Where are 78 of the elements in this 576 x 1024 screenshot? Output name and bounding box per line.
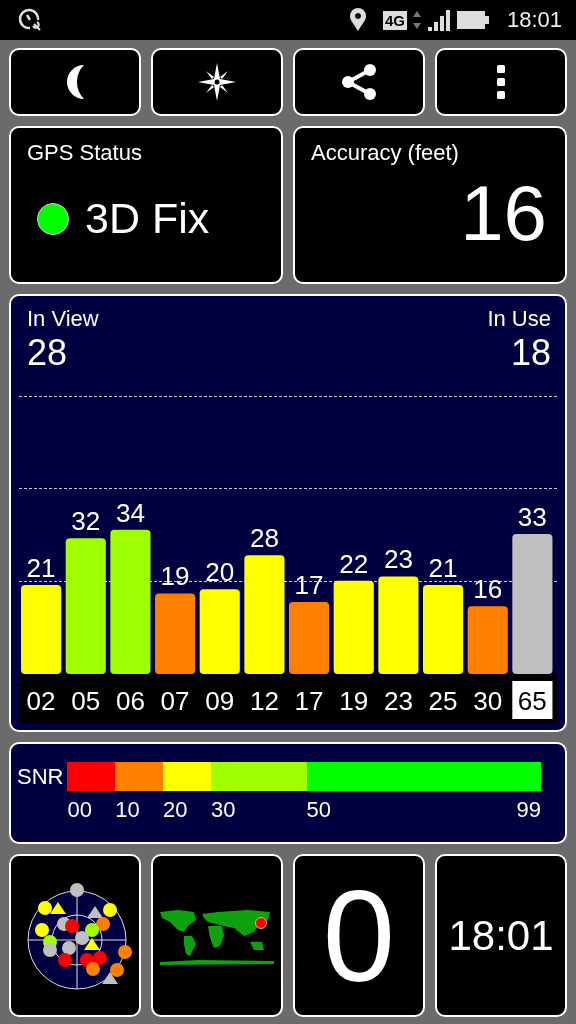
snr-tick-label: 30: [210, 797, 236, 823]
satellite-triangle: [84, 937, 100, 950]
in-view-count: 28: [27, 332, 69, 374]
satellite-triangle: [50, 901, 66, 914]
satellite-id: 07: [160, 686, 190, 716]
satellite-triangle: [102, 971, 118, 984]
satellite-id: 65: [512, 681, 553, 719]
satellite-dot: [62, 940, 76, 955]
gps-status-label: GPS Status: [27, 140, 143, 166]
satellite-dot: [96, 916, 110, 931]
count-tile[interactable]: 0: [293, 854, 425, 1017]
satellite-id: 23: [383, 686, 413, 716]
snr-tick-label: 50: [306, 797, 332, 823]
satellite-id: 09: [205, 686, 235, 716]
snr-value: 23: [383, 544, 413, 575]
satellite-dot: [86, 961, 100, 976]
fix-status-value: 3D Fix: [85, 194, 210, 243]
battery-icon: [456, 10, 489, 30]
sky-plot-tile[interactable]: [9, 854, 141, 1017]
share-button[interactable]: [293, 48, 425, 116]
snr-value: 21: [26, 553, 56, 583]
in-use-count: 18: [510, 332, 551, 374]
x-tick-label: 65: [517, 686, 547, 716]
satellite-dot: [75, 930, 89, 945]
satellite-id: 06: [115, 686, 145, 716]
snr-value: 28: [249, 523, 279, 554]
snr-label: SNR: [17, 764, 64, 790]
snr-value: 34: [115, 497, 145, 528]
more-icon: [496, 65, 506, 99]
satellite-dot: [58, 952, 72, 967]
satellite-id: 17: [294, 686, 324, 716]
snr-value: 32: [71, 506, 101, 537]
status-time: 18:01: [506, 7, 562, 33]
snr-value: 16: [473, 574, 503, 605]
snr-value: 20: [205, 557, 235, 588]
accuracy-label: Accuracy (feet): [311, 140, 460, 166]
satellite-dot: [110, 962, 124, 977]
in-use-label: In Use: [487, 306, 551, 332]
night-button[interactable]: [9, 48, 141, 116]
satellite-triangle: [87, 905, 103, 918]
count-value: 0: [322, 870, 396, 1001]
satellite-dot: [35, 922, 49, 937]
snr-value: 22: [339, 548, 369, 579]
signal-icon: [426, 8, 451, 32]
satellite-dot: [38, 900, 52, 915]
data-arrows-icon: [412, 9, 421, 31]
snr-tick-label: 10: [115, 797, 140, 823]
snr-value: 33: [517, 502, 547, 533]
satellite-dot: [85, 922, 99, 937]
satellite-id: 05: [71, 686, 101, 716]
snr-value: 17: [294, 569, 324, 600]
snr-tick-label: 20: [163, 797, 188, 823]
clock-time: 18:01: [448, 911, 554, 960]
satellite-dot: [43, 942, 57, 957]
satellite-id: 02: [26, 686, 56, 716]
snr-tick-label: 99: [516, 797, 541, 823]
snr-tick-label: 00: [67, 797, 92, 823]
satellite-dot: [70, 882, 84, 897]
share-icon: [340, 63, 378, 101]
satellite-dot: [93, 950, 107, 965]
location-pin-icon: [348, 8, 367, 32]
satellite-dot: [65, 918, 79, 933]
satellite-id: 30: [473, 686, 503, 716]
satellite-dot: [118, 944, 132, 959]
in-view-label: In View: [27, 306, 99, 332]
satellite-dot: [103, 902, 117, 917]
world-map-tile[interactable]: [151, 854, 283, 1017]
satellite-id: 12: [249, 686, 279, 716]
satellite-id: 25: [428, 686, 458, 716]
menu-button[interactable]: [435, 48, 567, 116]
snr-value: 21: [428, 553, 458, 583]
snr-value: 19: [160, 561, 190, 592]
satellite-id: 19: [339, 686, 369, 716]
network-type: 4G: [382, 10, 407, 30]
compass-icon: [198, 63, 236, 101]
compass-button[interactable]: [151, 48, 283, 116]
clock-tile[interactable]: 18:01: [435, 854, 567, 1017]
accuracy-value: 16: [460, 174, 547, 252]
